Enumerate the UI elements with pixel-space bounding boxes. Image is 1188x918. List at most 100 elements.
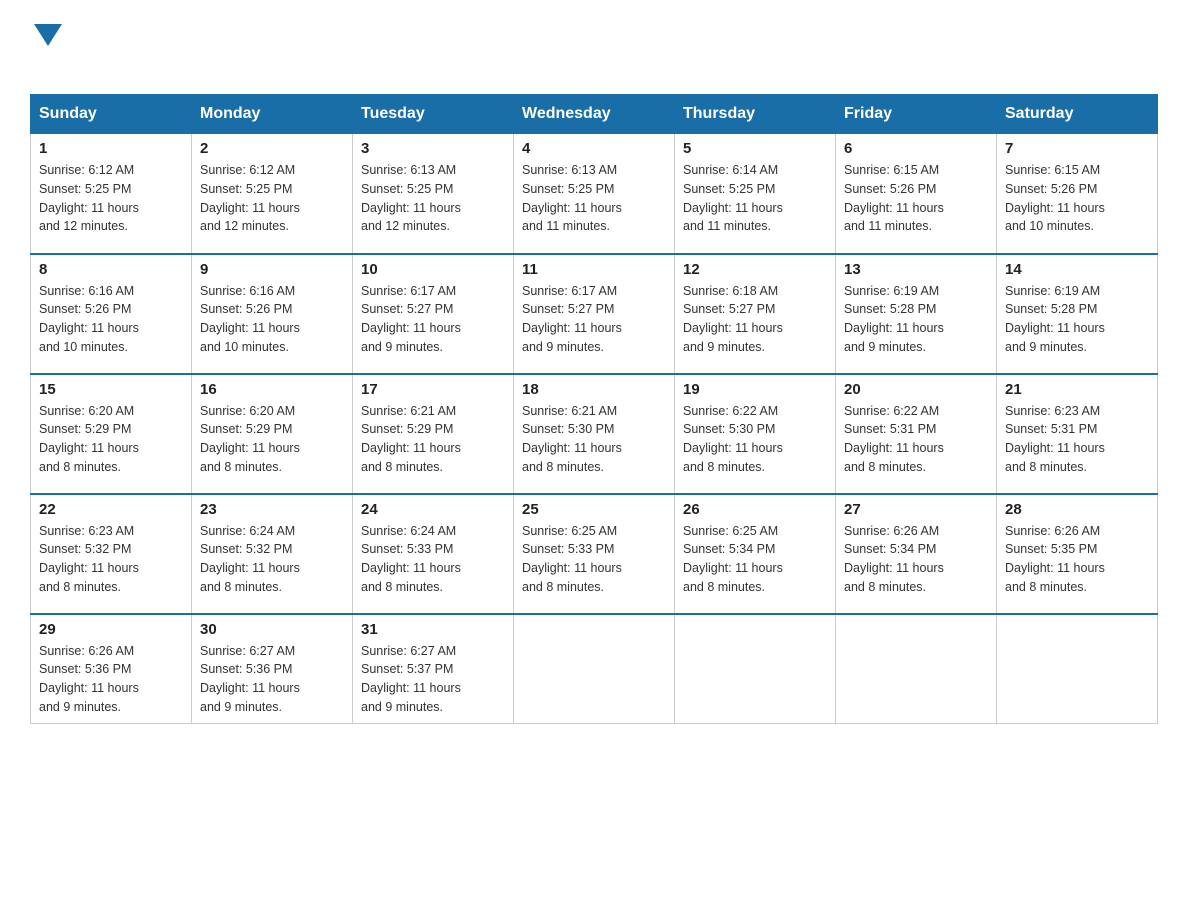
calendar-cell: 31 Sunrise: 6:27 AMSunset: 5:37 PMDayligh…	[353, 614, 514, 724]
day-info: Sunrise: 6:21 AMSunset: 5:29 PMDaylight:…	[361, 402, 505, 477]
header-monday: Monday	[192, 95, 353, 134]
day-info: Sunrise: 6:24 AMSunset: 5:32 PMDaylight:…	[200, 522, 344, 597]
day-number: 8	[39, 261, 183, 278]
calendar-table: SundayMondayTuesdayWednesdayThursdayFrid…	[30, 94, 1158, 724]
day-info: Sunrise: 6:21 AMSunset: 5:30 PMDaylight:…	[522, 402, 666, 477]
day-number: 9	[200, 261, 344, 278]
calendar-cell: 10 Sunrise: 6:17 AMSunset: 5:27 PMDayligh…	[353, 254, 514, 374]
calendar-header-row: SundayMondayTuesdayWednesdayThursdayFrid…	[31, 95, 1158, 134]
day-info: Sunrise: 6:26 AMSunset: 5:36 PMDaylight:…	[39, 642, 183, 717]
calendar-cell: 6 Sunrise: 6:15 AMSunset: 5:26 PMDaylight…	[836, 134, 997, 254]
day-info: Sunrise: 6:19 AMSunset: 5:28 PMDaylight:…	[844, 282, 988, 357]
calendar-week-row: 29 Sunrise: 6:26 AMSunset: 5:36 PMDayligh…	[31, 614, 1158, 724]
day-info: Sunrise: 6:18 AMSunset: 5:27 PMDaylight:…	[683, 282, 827, 357]
day-info: Sunrise: 6:25 AMSunset: 5:34 PMDaylight:…	[683, 522, 827, 597]
calendar-cell: 23 Sunrise: 6:24 AMSunset: 5:32 PMDayligh…	[192, 494, 353, 614]
calendar-cell: 24 Sunrise: 6:24 AMSunset: 5:33 PMDayligh…	[353, 494, 514, 614]
day-info: Sunrise: 6:15 AMSunset: 5:26 PMDaylight:…	[844, 161, 988, 236]
calendar-cell: 12Sunrise: 6:18 AMSunset: 5:27 PMDayligh…	[675, 254, 836, 374]
page-header: General	[30, 20, 1158, 74]
day-info: Sunrise: 6:13 AMSunset: 5:25 PMDaylight:…	[522, 161, 666, 236]
calendar-week-row: 22 Sunrise: 6:23 AMSunset: 5:32 PMDayligh…	[31, 494, 1158, 614]
calendar-cell: 1 Sunrise: 6:12 AMSunset: 5:25 PMDaylight…	[31, 134, 192, 254]
day-number: 20	[844, 381, 988, 398]
calendar-cell: 27 Sunrise: 6:26 AMSunset: 5:34 PMDayligh…	[836, 494, 997, 614]
day-number: 2	[200, 140, 344, 157]
calendar-cell: 2 Sunrise: 6:12 AMSunset: 5:25 PMDaylight…	[192, 134, 353, 254]
header-tuesday: Tuesday	[353, 95, 514, 134]
day-number: 13	[844, 261, 988, 278]
day-number: 16	[200, 381, 344, 398]
day-number: 24	[361, 501, 505, 518]
day-info: Sunrise: 6:22 AMSunset: 5:31 PMDaylight:…	[844, 402, 988, 477]
day-info: Sunrise: 6:12 AMSunset: 5:25 PMDaylight:…	[39, 161, 183, 236]
calendar-cell: 11Sunrise: 6:17 AMSunset: 5:27 PMDayligh…	[514, 254, 675, 374]
day-number: 21	[1005, 381, 1149, 398]
day-info: Sunrise: 6:20 AMSunset: 5:29 PMDaylight:…	[39, 402, 183, 477]
calendar-cell: 19 Sunrise: 6:22 AMSunset: 5:30 PMDayligh…	[675, 374, 836, 494]
calendar-cell	[997, 614, 1158, 724]
day-number: 25	[522, 501, 666, 518]
header-sunday: Sunday	[31, 95, 192, 134]
calendar-cell: 4 Sunrise: 6:13 AMSunset: 5:25 PMDaylight…	[514, 134, 675, 254]
day-number: 23	[200, 501, 344, 518]
day-number: 5	[683, 140, 827, 157]
day-number: 26	[683, 501, 827, 518]
day-info: Sunrise: 6:16 AMSunset: 5:26 PMDaylight:…	[200, 282, 344, 357]
calendar-cell: 22 Sunrise: 6:23 AMSunset: 5:32 PMDayligh…	[31, 494, 192, 614]
day-number: 1	[39, 140, 183, 157]
day-number: 22	[39, 501, 183, 518]
day-info: Sunrise: 6:14 AMSunset: 5:25 PMDaylight:…	[683, 161, 827, 236]
calendar-week-row: 15Sunrise: 6:20 AMSunset: 5:29 PMDayligh…	[31, 374, 1158, 494]
calendar-cell: 28Sunrise: 6:26 AMSunset: 5:35 PMDayligh…	[997, 494, 1158, 614]
calendar-cell: 3Sunrise: 6:13 AMSunset: 5:25 PMDaylight…	[353, 134, 514, 254]
header-thursday: Thursday	[675, 95, 836, 134]
calendar-cell: 8Sunrise: 6:16 AMSunset: 5:26 PMDaylight…	[31, 254, 192, 374]
day-info: Sunrise: 6:15 AMSunset: 5:26 PMDaylight:…	[1005, 161, 1149, 236]
calendar-cell: 15Sunrise: 6:20 AMSunset: 5:29 PMDayligh…	[31, 374, 192, 494]
header-wednesday: Wednesday	[514, 95, 675, 134]
calendar-week-row: 1 Sunrise: 6:12 AMSunset: 5:25 PMDaylight…	[31, 134, 1158, 254]
day-info: Sunrise: 6:24 AMSunset: 5:33 PMDaylight:…	[361, 522, 505, 597]
day-number: 27	[844, 501, 988, 518]
calendar-cell: 18 Sunrise: 6:21 AMSunset: 5:30 PMDayligh…	[514, 374, 675, 494]
day-number: 6	[844, 140, 988, 157]
header-saturday: Saturday	[997, 95, 1158, 134]
calendar-cell: 14Sunrise: 6:19 AMSunset: 5:28 PMDayligh…	[997, 254, 1158, 374]
calendar-cell: 21 Sunrise: 6:23 AMSunset: 5:31 PMDayligh…	[997, 374, 1158, 494]
day-info: Sunrise: 6:23 AMSunset: 5:31 PMDaylight:…	[1005, 402, 1149, 477]
day-info: Sunrise: 6:17 AMSunset: 5:27 PMDaylight:…	[361, 282, 505, 357]
calendar-cell: 25Sunrise: 6:25 AMSunset: 5:33 PMDayligh…	[514, 494, 675, 614]
calendar-cell	[514, 614, 675, 724]
day-number: 29	[39, 621, 183, 638]
calendar-cell: 7Sunrise: 6:15 AMSunset: 5:26 PMDaylight…	[997, 134, 1158, 254]
day-info: Sunrise: 6:26 AMSunset: 5:35 PMDaylight:…	[1005, 522, 1149, 597]
calendar-cell: 26 Sunrise: 6:25 AMSunset: 5:34 PMDayligh…	[675, 494, 836, 614]
day-info: Sunrise: 6:27 AMSunset: 5:36 PMDaylight:…	[200, 642, 344, 717]
day-number: 4	[522, 140, 666, 157]
calendar-cell: 29 Sunrise: 6:26 AMSunset: 5:36 PMDayligh…	[31, 614, 192, 724]
calendar-cell: 13 Sunrise: 6:19 AMSunset: 5:28 PMDayligh…	[836, 254, 997, 374]
day-number: 31	[361, 621, 505, 638]
day-info: Sunrise: 6:13 AMSunset: 5:25 PMDaylight:…	[361, 161, 505, 236]
day-number: 17	[361, 381, 505, 398]
calendar-cell: 30Sunrise: 6:27 AMSunset: 5:36 PMDayligh…	[192, 614, 353, 724]
day-info: Sunrise: 6:26 AMSunset: 5:34 PMDaylight:…	[844, 522, 988, 597]
day-number: 19	[683, 381, 827, 398]
day-info: Sunrise: 6:12 AMSunset: 5:25 PMDaylight:…	[200, 161, 344, 236]
logo: General	[30, 20, 134, 74]
day-number: 10	[361, 261, 505, 278]
calendar-cell: 17 Sunrise: 6:21 AMSunset: 5:29 PMDayligh…	[353, 374, 514, 494]
calendar-cell	[675, 614, 836, 724]
calendar-cell	[836, 614, 997, 724]
day-info: Sunrise: 6:23 AMSunset: 5:32 PMDaylight:…	[39, 522, 183, 597]
calendar-cell: 5 Sunrise: 6:14 AMSunset: 5:25 PMDaylight…	[675, 134, 836, 254]
day-info: Sunrise: 6:22 AMSunset: 5:30 PMDaylight:…	[683, 402, 827, 477]
day-info: Sunrise: 6:17 AMSunset: 5:27 PMDaylight:…	[522, 282, 666, 357]
day-number: 18	[522, 381, 666, 398]
day-number: 14	[1005, 261, 1149, 278]
day-info: Sunrise: 6:20 AMSunset: 5:29 PMDaylight:…	[200, 402, 344, 477]
calendar-cell: 20 Sunrise: 6:22 AMSunset: 5:31 PMDayligh…	[836, 374, 997, 494]
calendar-cell: 16 Sunrise: 6:20 AMSunset: 5:29 PMDayligh…	[192, 374, 353, 494]
day-info: Sunrise: 6:27 AMSunset: 5:37 PMDaylight:…	[361, 642, 505, 717]
